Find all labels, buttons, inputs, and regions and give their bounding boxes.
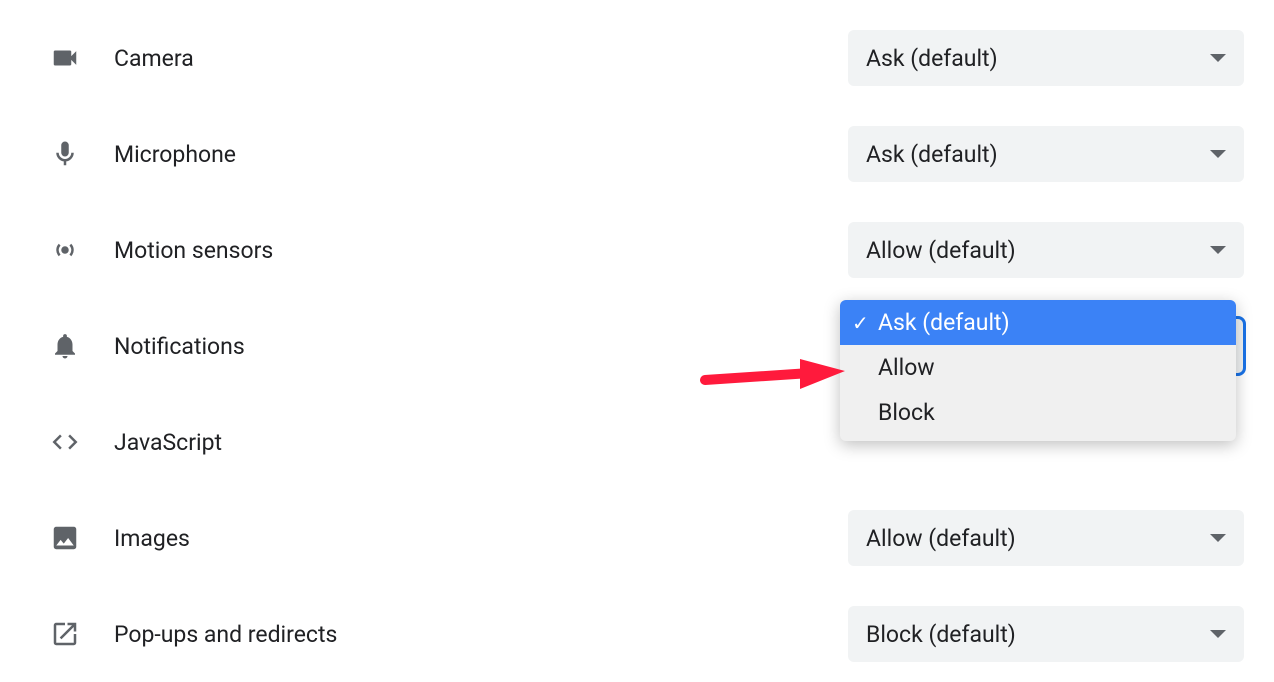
label-images: Images [114, 525, 190, 552]
dropdown-option-ask-default[interactable]: ✓ Ask (default) [840, 300, 1236, 345]
dropdown-option-block[interactable]: Block [840, 390, 1236, 435]
row-left: Microphone [50, 139, 236, 169]
caret-icon [1210, 246, 1226, 254]
motion-sensors-icon [50, 235, 80, 265]
caret-icon [1210, 534, 1226, 542]
caret-icon [1210, 150, 1226, 158]
row-left: Images [50, 523, 190, 553]
row-left: Motion sensors [50, 235, 273, 265]
microphone-icon [50, 139, 80, 169]
camera-icon [50, 43, 80, 73]
row-camera: Camera Ask (default) [0, 10, 1274, 106]
select-text-microphone: Ask (default) [866, 141, 998, 168]
label-camera: Camera [114, 45, 194, 72]
open-in-new-icon [50, 619, 80, 649]
label-motion-sensors: Motion sensors [114, 237, 273, 264]
row-popups: Pop-ups and redirects Block (default) [0, 586, 1274, 682]
row-images: Images Allow (default) [0, 490, 1274, 586]
label-popups: Pop-ups and redirects [114, 621, 337, 648]
dropdown-option-label: Ask (default) [878, 309, 1010, 336]
image-icon [50, 523, 80, 553]
dropdown-option-allow[interactable]: Allow [840, 345, 1236, 390]
select-images[interactable]: Allow (default) [848, 510, 1244, 566]
dropdown-option-label: Block [878, 399, 935, 426]
row-left: Camera [50, 43, 194, 73]
row-motion-sensors: Motion sensors Allow (default) [0, 202, 1274, 298]
select-text-popups: Block (default) [866, 621, 1016, 648]
row-microphone: Microphone Ask (default) [0, 106, 1274, 202]
bell-icon [50, 331, 80, 361]
dropdown-option-label: Allow [878, 354, 935, 381]
dropdown-notifications[interactable]: ✓ Ask (default) Allow Block [840, 300, 1236, 441]
select-popups[interactable]: Block (default) [848, 606, 1244, 662]
select-text-images: Allow (default) [866, 525, 1016, 552]
label-javascript: JavaScript [114, 429, 222, 456]
row-left: Notifications [50, 331, 245, 361]
select-text-motion-sensors: Allow (default) [866, 237, 1016, 264]
code-icon [50, 427, 80, 457]
select-motion-sensors[interactable]: Allow (default) [848, 222, 1244, 278]
label-notifications: Notifications [114, 333, 245, 360]
row-left: JavaScript [50, 427, 222, 457]
caret-icon [1210, 630, 1226, 638]
select-text-camera: Ask (default) [866, 45, 998, 72]
check-icon: ✓ [852, 311, 869, 335]
caret-icon [1210, 54, 1226, 62]
select-microphone[interactable]: Ask (default) [848, 126, 1244, 182]
select-camera[interactable]: Ask (default) [848, 30, 1244, 86]
label-microphone: Microphone [114, 141, 236, 168]
row-left: Pop-ups and redirects [50, 619, 337, 649]
